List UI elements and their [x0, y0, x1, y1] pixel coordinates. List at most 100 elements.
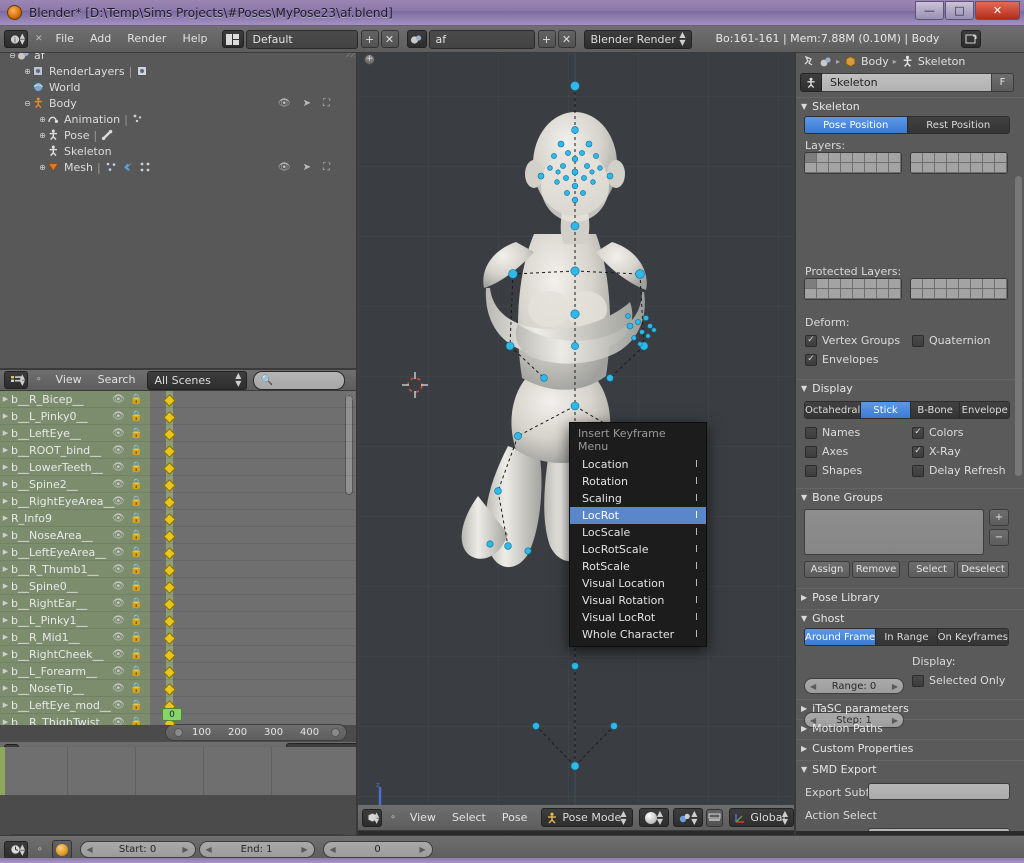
eye-icon[interactable]: 👁 — [112, 683, 125, 694]
screen-layout-field[interactable]: Default — [245, 29, 358, 49]
dopesheet-channel-row[interactable]: ▶ b__LeftEyeArea__ 👁 🔒 — [0, 544, 356, 561]
outliner-expander[interactable]: ⊕ — [23, 67, 32, 76]
dopesheet-channel-row[interactable]: ▶ b__NoseTip__ 👁 🔒 — [0, 680, 356, 697]
layer-cell[interactable] — [853, 279, 865, 289]
keyframe-menu-item-rotscale[interactable]: RotScale I — [570, 558, 706, 575]
layer-cell[interactable] — [923, 289, 935, 299]
editor-type-icon-view3d[interactable]: ▲ ▼ — [362, 808, 383, 827]
eye-icon[interactable]: 👁 — [112, 496, 125, 507]
chevron-left-icon[interactable]: ◀ — [206, 845, 212, 854]
cube-icon[interactable] — [844, 55, 857, 68]
armature-name-field[interactable]: Skeleton — [822, 73, 992, 92]
chevron-right-icon[interactable]: ▶ — [0, 582, 11, 590]
checkbox-colors[interactable]: ✓ Colors — [912, 426, 963, 439]
collapse-menu-icon[interactable]: ⚬ — [384, 809, 402, 827]
editor-type-icon-timeline[interactable]: ▲ ▼ — [4, 840, 28, 859]
layer-cell[interactable] — [995, 153, 1007, 163]
cursor-arrow-icon[interactable]: ➤ — [303, 162, 311, 173]
chevron-right-icon[interactable]: ▶ — [0, 531, 11, 539]
layer-cell[interactable] — [841, 153, 853, 163]
outliner-expander[interactable]: ⊕ — [38, 163, 47, 172]
dopesheet-channel-row[interactable]: ▶ b__L_Pinky0__ 👁 🔒 — [0, 408, 356, 425]
lock-icon[interactable]: 🔒 — [130, 564, 142, 575]
chevron-right-icon[interactable]: ▶ — [0, 565, 11, 573]
checkbox-selected-only[interactable]: Selected Only — [912, 674, 1005, 687]
chevron-right-icon[interactable]: ▶ — [0, 667, 11, 675]
layer-cell[interactable] — [865, 153, 877, 163]
pivot-point-dropdown[interactable]: ▲ ▼ — [672, 808, 704, 827]
keyframe-diamond[interactable] — [163, 598, 176, 612]
layer-cell[interactable] — [877, 153, 889, 163]
keyframe-menu-item-whole-character[interactable]: Whole Character I — [570, 626, 706, 643]
menu-render[interactable]: Render — [119, 30, 174, 48]
chevron-right-icon[interactable]: ▶ — [0, 480, 11, 488]
delete-screen-layout-button[interactable]: ✕ — [380, 30, 399, 48]
layer-cell[interactable] — [889, 153, 901, 163]
pose-position-button[interactable]: Pose Position — [805, 117, 908, 133]
lock-icon[interactable]: 🔒 — [130, 581, 142, 592]
layer-cell[interactable] — [947, 163, 959, 173]
layer-cell[interactable] — [995, 163, 1007, 173]
layer-cell[interactable] — [923, 279, 935, 289]
dopesheet-channel-row[interactable]: ▶ b__R_Thumb1__ 👁 🔒 — [0, 561, 356, 578]
chevron-right-icon[interactable]: ▶ — [892, 682, 898, 691]
layer-cell[interactable] — [889, 289, 901, 299]
dopesheet-channel-row[interactable]: ▶ b__LowerTeeth__ 👁 🔒 — [0, 459, 356, 476]
layer-cell[interactable] — [911, 153, 923, 163]
eye-icon[interactable]: 👁 — [112, 411, 125, 422]
layer-cell[interactable] — [995, 289, 1007, 299]
viewport-toolshelf-toggle-left[interactable]: + — [364, 54, 375, 65]
lock-icon[interactable]: 🔒 — [130, 479, 142, 490]
eye-icon[interactable]: 👁 — [112, 428, 125, 439]
pin-icon[interactable] — [802, 55, 815, 68]
bonetype-octahedral[interactable]: Octahedral — [805, 402, 862, 418]
layer-cell[interactable] — [947, 289, 959, 299]
protected-layers-left[interactable] — [804, 278, 902, 300]
keyframe-diamond[interactable] — [163, 615, 176, 629]
keyframe-diamond[interactable] — [163, 683, 176, 697]
chevron-right-icon[interactable]: ▶ — [182, 845, 188, 854]
dopesheet-channel-row[interactable]: ▶ b__R_Bicep__ 👁 🔒 — [0, 391, 356, 408]
outliner-row-skeleton[interactable]: Skeleton — [0, 143, 356, 159]
layer-cell[interactable] — [853, 153, 865, 163]
panel-header-itasc[interactable]: ▶ iTaSC parameters — [796, 699, 1024, 716]
rest-position-button[interactable]: Rest Position — [907, 117, 1009, 133]
outliner-expander[interactable]: ⊖ — [23, 99, 32, 108]
dopesheet-channel-row[interactable]: ▶ b__R_Mid1__ 👁 🔒 — [0, 629, 356, 646]
chevron-right-icon[interactable]: ▶ — [0, 548, 11, 556]
lock-icon[interactable]: 🔒 — [130, 513, 142, 524]
keyframe-diamond[interactable] — [163, 462, 176, 476]
pose-position-toggle[interactable]: Pose Position Rest Position — [804, 116, 1010, 134]
outliner-row-renderlayers[interactable]: ⊕ RenderLayers | — [0, 63, 356, 79]
assign-button[interactable]: Assign — [804, 561, 850, 578]
layer-cell[interactable] — [959, 289, 971, 299]
checkbox-names[interactable]: Names — [805, 426, 860, 439]
eye-icon[interactable]: 👁 — [112, 564, 125, 575]
layer-cell[interactable] — [829, 289, 841, 299]
keyframe-diamond[interactable] — [163, 649, 176, 663]
outliner-row-world[interactable]: World — [0, 79, 356, 95]
dopesheet-channel-row[interactable]: ▶ b__L_Pinky1__ 👁 🔒 — [0, 612, 356, 629]
viewport-menu-view[interactable]: View — [402, 809, 444, 827]
ghost-around-frame[interactable]: Around Frame — [805, 629, 877, 645]
outliner-restrict-columns[interactable]: 👁 ➤ ⛶ — [278, 98, 330, 109]
layer-cell[interactable] — [947, 279, 959, 289]
editor-type-icon-dopesheet[interactable]: ▲ ▼ — [4, 371, 28, 389]
bone-group-remove-button[interactable]: − — [989, 529, 1009, 546]
maximize-button[interactable]: □ — [945, 1, 974, 20]
layer-cell[interactable] — [805, 279, 817, 289]
chevron-right-icon[interactable]: ▶ — [0, 463, 11, 471]
chevron-left-icon[interactable]: ◀ — [330, 845, 336, 854]
layer-cell[interactable] — [889, 163, 901, 173]
panel-header-smd-export[interactable]: ▼ SMD Export — [796, 760, 1024, 777]
layer-cell[interactable] — [817, 289, 829, 299]
viewport-menu-select[interactable]: Select — [444, 809, 494, 827]
lock-icon[interactable]: 🔒 — [130, 530, 142, 541]
chevron-right-icon[interactable]: ▶ — [0, 633, 11, 641]
scene-filter-dropdown[interactable]: All Scenes ▲ ▼ — [147, 370, 248, 390]
panel-header-motion-paths[interactable]: ▶ Motion Paths — [796, 719, 1024, 736]
checkbox-envelopes[interactable]: ✓ Envelopes — [805, 353, 878, 366]
checkbox-axes[interactable]: Axes — [805, 445, 848, 458]
layer-cell[interactable] — [995, 279, 1007, 289]
eye-icon[interactable]: 👁 — [112, 632, 125, 643]
